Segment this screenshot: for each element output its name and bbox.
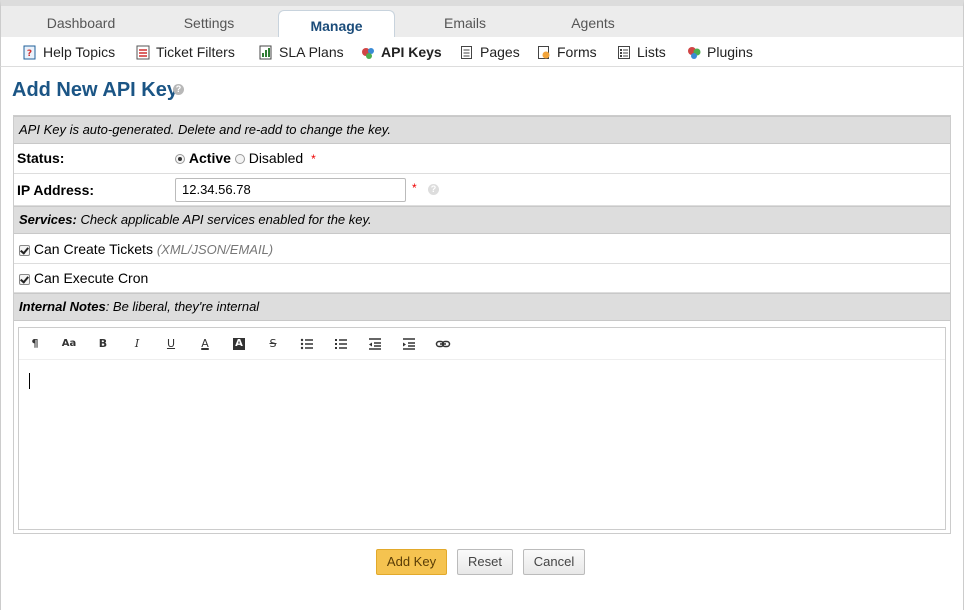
- page-title: Add New API Key: [12, 79, 178, 101]
- required-marker: *: [412, 181, 417, 195]
- can-cron-checkbox[interactable]: [19, 273, 30, 285]
- font-size-button[interactable]: Aa: [61, 336, 77, 352]
- api-key-form: API Key is auto-generated. Delete and re…: [13, 115, 951, 534]
- help-topics-icon: ?: [23, 45, 37, 60]
- services-header: Services: Check applicable API services …: [14, 206, 950, 234]
- help-icon[interactable]: ?: [173, 84, 184, 95]
- can-create-row: Can Create Tickets (XML/JSON/EMAIL): [14, 234, 950, 264]
- cancel-button[interactable]: Cancel: [523, 549, 585, 575]
- subnav-label: Help Topics: [43, 44, 116, 60]
- svg-text:?: ?: [27, 49, 32, 59]
- can-create-checkbox[interactable]: [19, 244, 30, 256]
- paragraph-button[interactable]: ¶: [27, 336, 43, 352]
- subnav-label: Ticket Filters: [156, 44, 235, 60]
- sla-icon: [259, 45, 273, 60]
- status-row: Status: Active Disabled *: [14, 144, 950, 174]
- subnav-pages[interactable]: Pages: [460, 43, 520, 61]
- subnav-forms[interactable]: Forms: [537, 43, 597, 61]
- services-label: Services:: [19, 212, 77, 227]
- outdent-button[interactable]: [367, 336, 383, 352]
- reset-button[interactable]: Reset: [457, 549, 513, 575]
- ip-help-icon[interactable]: ?: [428, 184, 439, 195]
- link-icon: [435, 340, 451, 348]
- background-color-button[interactable]: A: [233, 338, 245, 350]
- ip-label: IP Address:: [17, 182, 95, 198]
- bold-button[interactable]: B: [95, 336, 111, 352]
- subnav-label: API Keys: [381, 44, 442, 60]
- can-create-label: Can Create Tickets: [33, 241, 153, 257]
- can-cron-label: Can Execute Cron: [33, 270, 149, 286]
- tab-agents[interactable]: Agents: [568, 15, 618, 35]
- status-active-radio[interactable]: [175, 154, 185, 165]
- notes-editor[interactable]: ¶ Aa B I U A A S: [18, 327, 946, 530]
- notes-label: Internal Notes: [19, 299, 106, 314]
- can-create-option: Can Create Tickets (XML/JSON/EMAIL): [19, 241, 273, 257]
- form-intro-text: API Key is auto-generated. Delete and re…: [19, 122, 391, 137]
- outdent-icon: [369, 338, 381, 350]
- subnav-label: Plugins: [707, 44, 753, 60]
- subnav-sla-plans[interactable]: SLA Plans: [259, 43, 344, 61]
- can-cron-row: Can Execute Cron: [14, 264, 950, 293]
- ordered-list-button[interactable]: [333, 336, 349, 352]
- status-active-label: Active: [188, 150, 231, 166]
- subnav-help-topics[interactable]: ? Help Topics: [23, 43, 115, 61]
- bullet-list-icon: [300, 338, 313, 350]
- subnav-api-keys[interactable]: API Keys: [361, 43, 442, 61]
- subnav-ticket-filters[interactable]: Ticket Filters: [136, 43, 235, 61]
- indent-icon: [403, 338, 415, 350]
- subnav-plugins[interactable]: Plugins: [687, 43, 753, 61]
- ip-address-input[interactable]: 12.34.56.78: [175, 178, 406, 202]
- tab-dashboard[interactable]: Dashboard: [45, 15, 117, 35]
- tab-settings[interactable]: Settings: [179, 15, 239, 35]
- can-cron-option: Can Execute Cron: [19, 270, 148, 286]
- notes-desc: : Be liberal, they're internal: [105, 299, 260, 314]
- numbered-list-icon: [335, 339, 347, 349]
- filter-icon: [136, 45, 150, 60]
- services-desc: Check applicable API services enabled fo…: [76, 212, 372, 227]
- main-tabbar: Dashboard Settings Manage Emails Agents: [0, 0, 964, 43]
- api-key-icon: [361, 45, 375, 60]
- ip-row: IP Address: 12.34.56.78 * ?: [14, 174, 950, 206]
- editor-toolbar: ¶ Aa B I U A A S: [19, 328, 945, 360]
- subnav-label: Pages: [480, 44, 520, 60]
- notes-header: Internal Notes: Be liberal, they're inte…: [14, 293, 950, 321]
- text-caret: [29, 373, 30, 389]
- subnav-label: Lists: [637, 44, 666, 60]
- italic-button[interactable]: I: [129, 336, 145, 352]
- required-marker: *: [311, 152, 316, 166]
- subnav-lists[interactable]: Lists: [617, 43, 666, 61]
- subnav-label: SLA Plans: [279, 44, 344, 60]
- form-intro-header: API Key is auto-generated. Delete and re…: [14, 116, 950, 144]
- status-disabled-label: Disabled: [248, 150, 304, 166]
- subnav-label: Forms: [557, 44, 597, 60]
- strikethrough-button[interactable]: S: [265, 336, 281, 352]
- underline-button[interactable]: U: [163, 336, 179, 352]
- status-options: Active Disabled *: [175, 150, 316, 166]
- indent-button[interactable]: [401, 336, 417, 352]
- sub-navigation: ? Help Topics Ticket Filters SLA Plans A…: [0, 37, 964, 67]
- list-icon: [617, 45, 631, 60]
- link-button[interactable]: [435, 336, 451, 352]
- status-disabled-radio[interactable]: [234, 154, 245, 165]
- can-create-note: (XML/JSON/EMAIL): [156, 242, 274, 257]
- tab-emails[interactable]: Emails: [441, 15, 489, 35]
- form-icon: [537, 45, 551, 60]
- add-key-button[interactable]: Add Key: [376, 549, 447, 575]
- font-color-button[interactable]: A: [197, 336, 213, 352]
- plugin-icon: [687, 45, 701, 60]
- status-label: Status:: [17, 150, 65, 166]
- page-icon: [460, 45, 474, 60]
- unordered-list-button[interactable]: [299, 336, 315, 352]
